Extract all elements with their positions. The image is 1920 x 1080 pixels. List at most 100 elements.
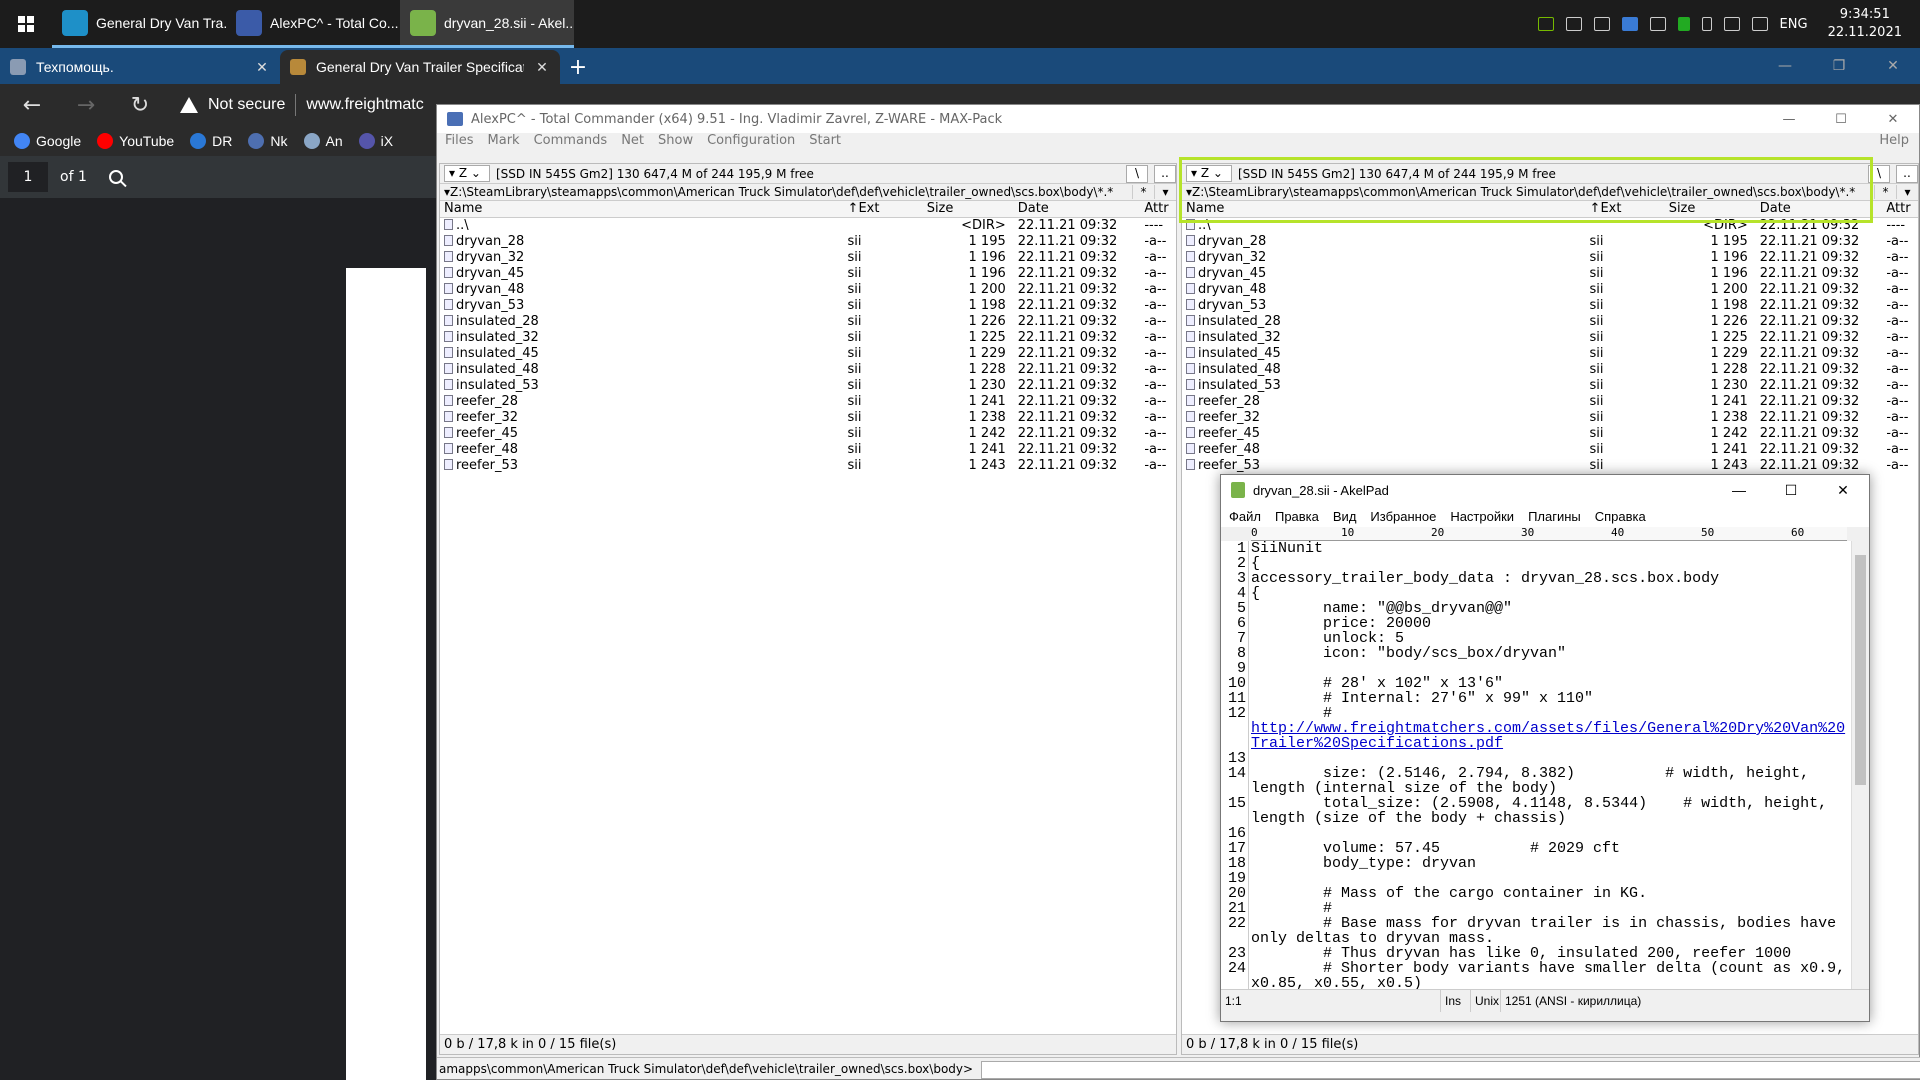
taskbar-item-browser[interactable]: General Dry Van Tra... [52,0,226,48]
col-date[interactable]: Date [1756,201,1883,217]
page-number-input[interactable]: 1 [8,162,48,192]
file-row[interactable]: dryvan_53 sii 1 198 22.11.21 09:32 -a-- [1182,298,1918,314]
app-tray-icon[interactable] [1621,17,1638,31]
col-size[interactable]: Size [1665,201,1756,217]
menu-plugins[interactable]: Плагины [1528,509,1581,524]
file-row[interactable]: insulated_45 sii 1 229 22.11.21 09:32 -a-- [440,346,1176,362]
menu-start[interactable]: Start [809,133,841,153]
close-icon[interactable]: ✕ [1817,482,1869,499]
col-ext[interactable]: ↑Ext [844,201,923,217]
col-name[interactable]: Name [1182,201,1586,217]
bookmark-nk[interactable]: Nk [248,133,288,149]
file-row[interactable]: dryvan_28 sii 1 195 22.11.21 09:32 -a-- [1182,234,1918,250]
file-row[interactable]: insulated_53 sii 1 230 22.11.21 09:32 -a-- [1182,378,1918,394]
parent-dir-button[interactable]: .. [1896,164,1918,183]
vertical-scrollbar[interactable] [1851,541,1869,989]
maximize-icon[interactable]: ☐ [1815,112,1867,127]
file-row[interactable]: dryvan_32 sii 1 196 22.11.21 09:32 -a-- [1182,250,1918,266]
insert-mode[interactable]: Ins [1441,989,1471,1012]
file-row[interactable]: insulated_32 sii 1 225 22.11.21 09:32 -a-- [1182,330,1918,346]
file-row[interactable]: insulated_48 sii 1 228 22.11.21 09:32 -a-- [440,362,1176,378]
minimize-icon[interactable]: — [1763,112,1815,127]
menu-show[interactable]: Show [658,133,693,153]
close-icon[interactable]: ✕ [1867,112,1919,127]
file-row[interactable]: reefer_48 sii 1 241 22.11.21 09:32 -a-- [1182,442,1918,458]
file-row[interactable]: insulated_53 sii 1 230 22.11.21 09:32 -a-- [440,378,1176,394]
pin-icon[interactable] [1649,17,1666,31]
file-row[interactable]: reefer_53 sii 1 243 22.11.21 09:32 -a-- [440,458,1176,474]
codepage[interactable]: 1251 (ANSI - кириллица) [1501,990,1641,1012]
menu-help[interactable]: Справка [1595,509,1646,524]
menu-edit[interactable]: Правка [1275,509,1319,524]
language-indicator[interactable]: ENG [1780,17,1808,32]
file-row[interactable]: reefer_32 sii 1 238 22.11.21 09:32 -a-- [1182,410,1918,426]
bookmark-dr[interactable]: DR [190,133,232,149]
close-icon[interactable]: ✕ [254,59,270,76]
file-row[interactable]: reefer_45 sii 1 242 22.11.21 09:32 -a-- [440,426,1176,442]
file-row[interactable]: dryvan_53 sii 1 198 22.11.21 09:32 -a-- [440,298,1176,314]
search-icon[interactable] [108,170,123,184]
menu-commands[interactable]: Commands [534,133,608,153]
minimize-icon[interactable]: — [1713,482,1765,499]
file-row[interactable]: reefer_28 sii 1 241 22.11.21 09:32 -a-- [440,394,1176,410]
parent-dir-button[interactable]: .. [1154,164,1176,183]
security-label[interactable]: Not secure [208,96,285,114]
volume-icon[interactable] [1751,17,1768,31]
minimize-icon[interactable]: — [1758,48,1812,84]
scrollbar-thumb[interactable] [1855,555,1866,785]
menu-favorites[interactable]: Избранное [1370,509,1436,524]
root-dir-button[interactable]: \ [1868,164,1890,183]
menu-files[interactable]: Files [445,133,474,153]
file-row[interactable]: reefer_53 sii 1 243 22.11.21 09:32 -a-- [1182,458,1918,474]
forward-arrow-icon[interactable]: → [72,93,100,118]
maximize-icon[interactable]: ❐ [1812,48,1866,84]
drive-selector[interactable]: ▾ Z ⌄ [444,165,490,182]
bookmark-google[interactable]: Google [14,133,81,149]
file-row[interactable]: reefer_48 sii 1 241 22.11.21 09:32 -a-- [440,442,1176,458]
file-row[interactable]: reefer_28 sii 1 241 22.11.21 09:32 -a-- [1182,394,1918,410]
tab-pdf[interactable]: General Dry Van Trailer Specificat ✕ [280,50,560,84]
root-dir-button[interactable]: \ [1126,164,1148,183]
file-row[interactable]: reefer_32 sii 1 238 22.11.21 09:32 -a-- [440,410,1176,426]
file-row[interactable]: reefer_45 sii 1 242 22.11.21 09:32 -a-- [1182,426,1918,442]
chevron-down-icon[interactable]: ▾ [1154,185,1176,199]
drive-selector[interactable]: ▾ Z ⌄ [1186,165,1232,182]
col-attr[interactable]: Attr [1140,201,1176,217]
bookmark-youtube[interactable]: YouTube [97,133,174,149]
menu-settings[interactable]: Настройки [1450,509,1514,524]
command-input[interactable] [980,1060,1920,1079]
status-green-icon[interactable] [1677,17,1690,31]
col-size[interactable]: Size [923,201,1014,217]
url-link[interactable]: http://www.freightmatchers.com/assets/fi… [1251,720,1845,752]
network-drive-icon[interactable] [1593,17,1610,31]
taskbar-item-total-commander[interactable]: AlexPC^ - Total Co... [226,0,400,48]
file-row[interactable]: insulated_48 sii 1 228 22.11.21 09:32 -a-- [1182,362,1918,378]
file-row[interactable]: dryvan_48 sii 1 200 22.11.21 09:32 -a-- [1182,282,1918,298]
bookmark-an[interactable]: An [303,133,343,149]
code-text[interactable]: SiiNunit{accessory_trailer_body_data : d… [1249,541,1851,989]
path-bar[interactable]: ▾ Z:\SteamLibrary\steamapps\common\Americ… [440,184,1176,201]
menu-configuration[interactable]: Configuration [707,133,795,153]
file-row[interactable]: dryvan_45 sii 1 196 22.11.21 09:32 -a-- [440,266,1176,282]
file-row[interactable]: insulated_45 sii 1 229 22.11.21 09:32 -a-- [1182,346,1918,362]
nvidia-icon[interactable] [1537,17,1554,31]
filter-button[interactable]: * [1874,185,1896,199]
col-ext[interactable]: ↑Ext [1586,201,1665,217]
tab-techsupport[interactable]: Техпомощь. ✕ [0,50,280,84]
parent-dir-row[interactable]: ..\ <DIR> 22.11.21 09:32 ---- [440,218,1176,234]
menu-help[interactable]: Help [1879,133,1919,153]
reload-icon[interactable]: ↻ [126,93,154,118]
file-row[interactable]: dryvan_32 sii 1 196 22.11.21 09:32 -a-- [440,250,1176,266]
clock[interactable]: 9:34:51 22.11.2021 [1820,6,1910,42]
filter-button[interactable]: * [1132,185,1154,199]
close-icon[interactable]: ✕ [1866,48,1920,84]
taskbar-item-akelpad[interactable]: dryvan_28.sii - Akel... [400,0,574,48]
close-icon[interactable]: ✕ [534,59,550,76]
file-row[interactable]: dryvan_48 sii 1 200 22.11.21 09:32 -a-- [440,282,1176,298]
chevron-down-icon[interactable]: ▾ [1896,185,1918,199]
menu-mark[interactable]: Mark [488,133,520,153]
file-row[interactable]: insulated_32 sii 1 225 22.11.21 09:32 -a-- [440,330,1176,346]
bookmark-ix[interactable]: iX [358,133,393,149]
network-icon[interactable] [1723,17,1740,31]
new-tab-button[interactable]: + [560,50,596,84]
